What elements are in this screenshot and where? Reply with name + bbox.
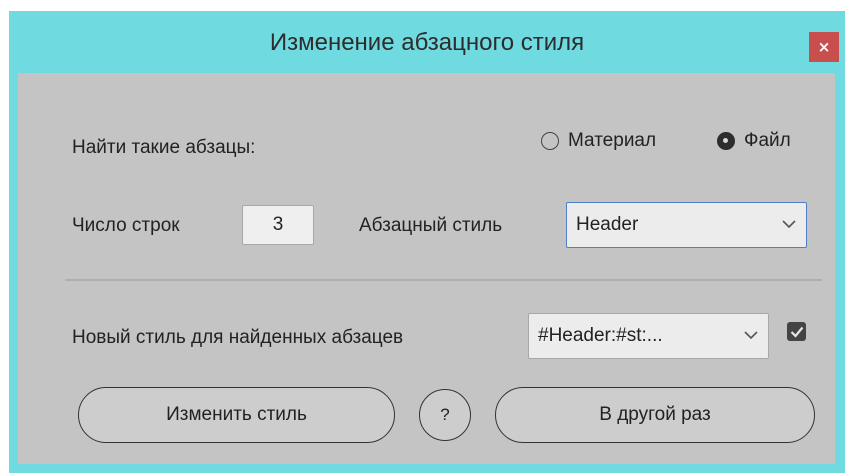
check-icon [790, 326, 803, 338]
new-style-label: Новый стиль для найденных абзацев [72, 327, 404, 348]
radio-material-label: Материал [568, 130, 657, 151]
title-bar[interactable]: Изменение абзацного стиля × [9, 11, 845, 75]
later-button[interactable]: В другой раз [495, 387, 815, 443]
find-paragraphs-label: Найти такие абзацы: [72, 137, 256, 158]
line-count-input[interactable]: 3 [242, 205, 314, 245]
radio-file[interactable]: Файл [717, 130, 791, 152]
help-button[interactable]: ? [419, 389, 471, 441]
new-style-select[interactable]: #Header:#st:... [528, 313, 769, 359]
radio-file-circle[interactable] [717, 132, 735, 150]
new-style-value: #Header:#st:... [538, 325, 663, 346]
radio-material[interactable]: Материал [541, 130, 656, 152]
radio-file-label: Файл [744, 130, 791, 151]
paragraph-style-value: Header [576, 214, 639, 235]
line-count-label: Число строк [72, 215, 180, 236]
change-style-button[interactable]: Изменить стиль [78, 387, 395, 443]
chevron-down-icon [744, 331, 758, 340]
divider [65, 279, 822, 281]
close-button[interactable]: × [809, 32, 839, 62]
chevron-down-icon [782, 220, 796, 229]
paragraph-style-select[interactable]: Header [566, 202, 807, 248]
dialog-body: Найти такие абзацы: Материал Файл Число … [18, 73, 835, 464]
paragraph-style-label: Абзацный стиль [359, 215, 503, 236]
window-title: Изменение абзацного стиля [269, 29, 585, 56]
radio-material-circle[interactable] [541, 132, 559, 150]
dialog-window: Изменение абзацного стиля × Найти такие … [9, 11, 845, 473]
new-style-checkbox[interactable] [787, 322, 806, 341]
